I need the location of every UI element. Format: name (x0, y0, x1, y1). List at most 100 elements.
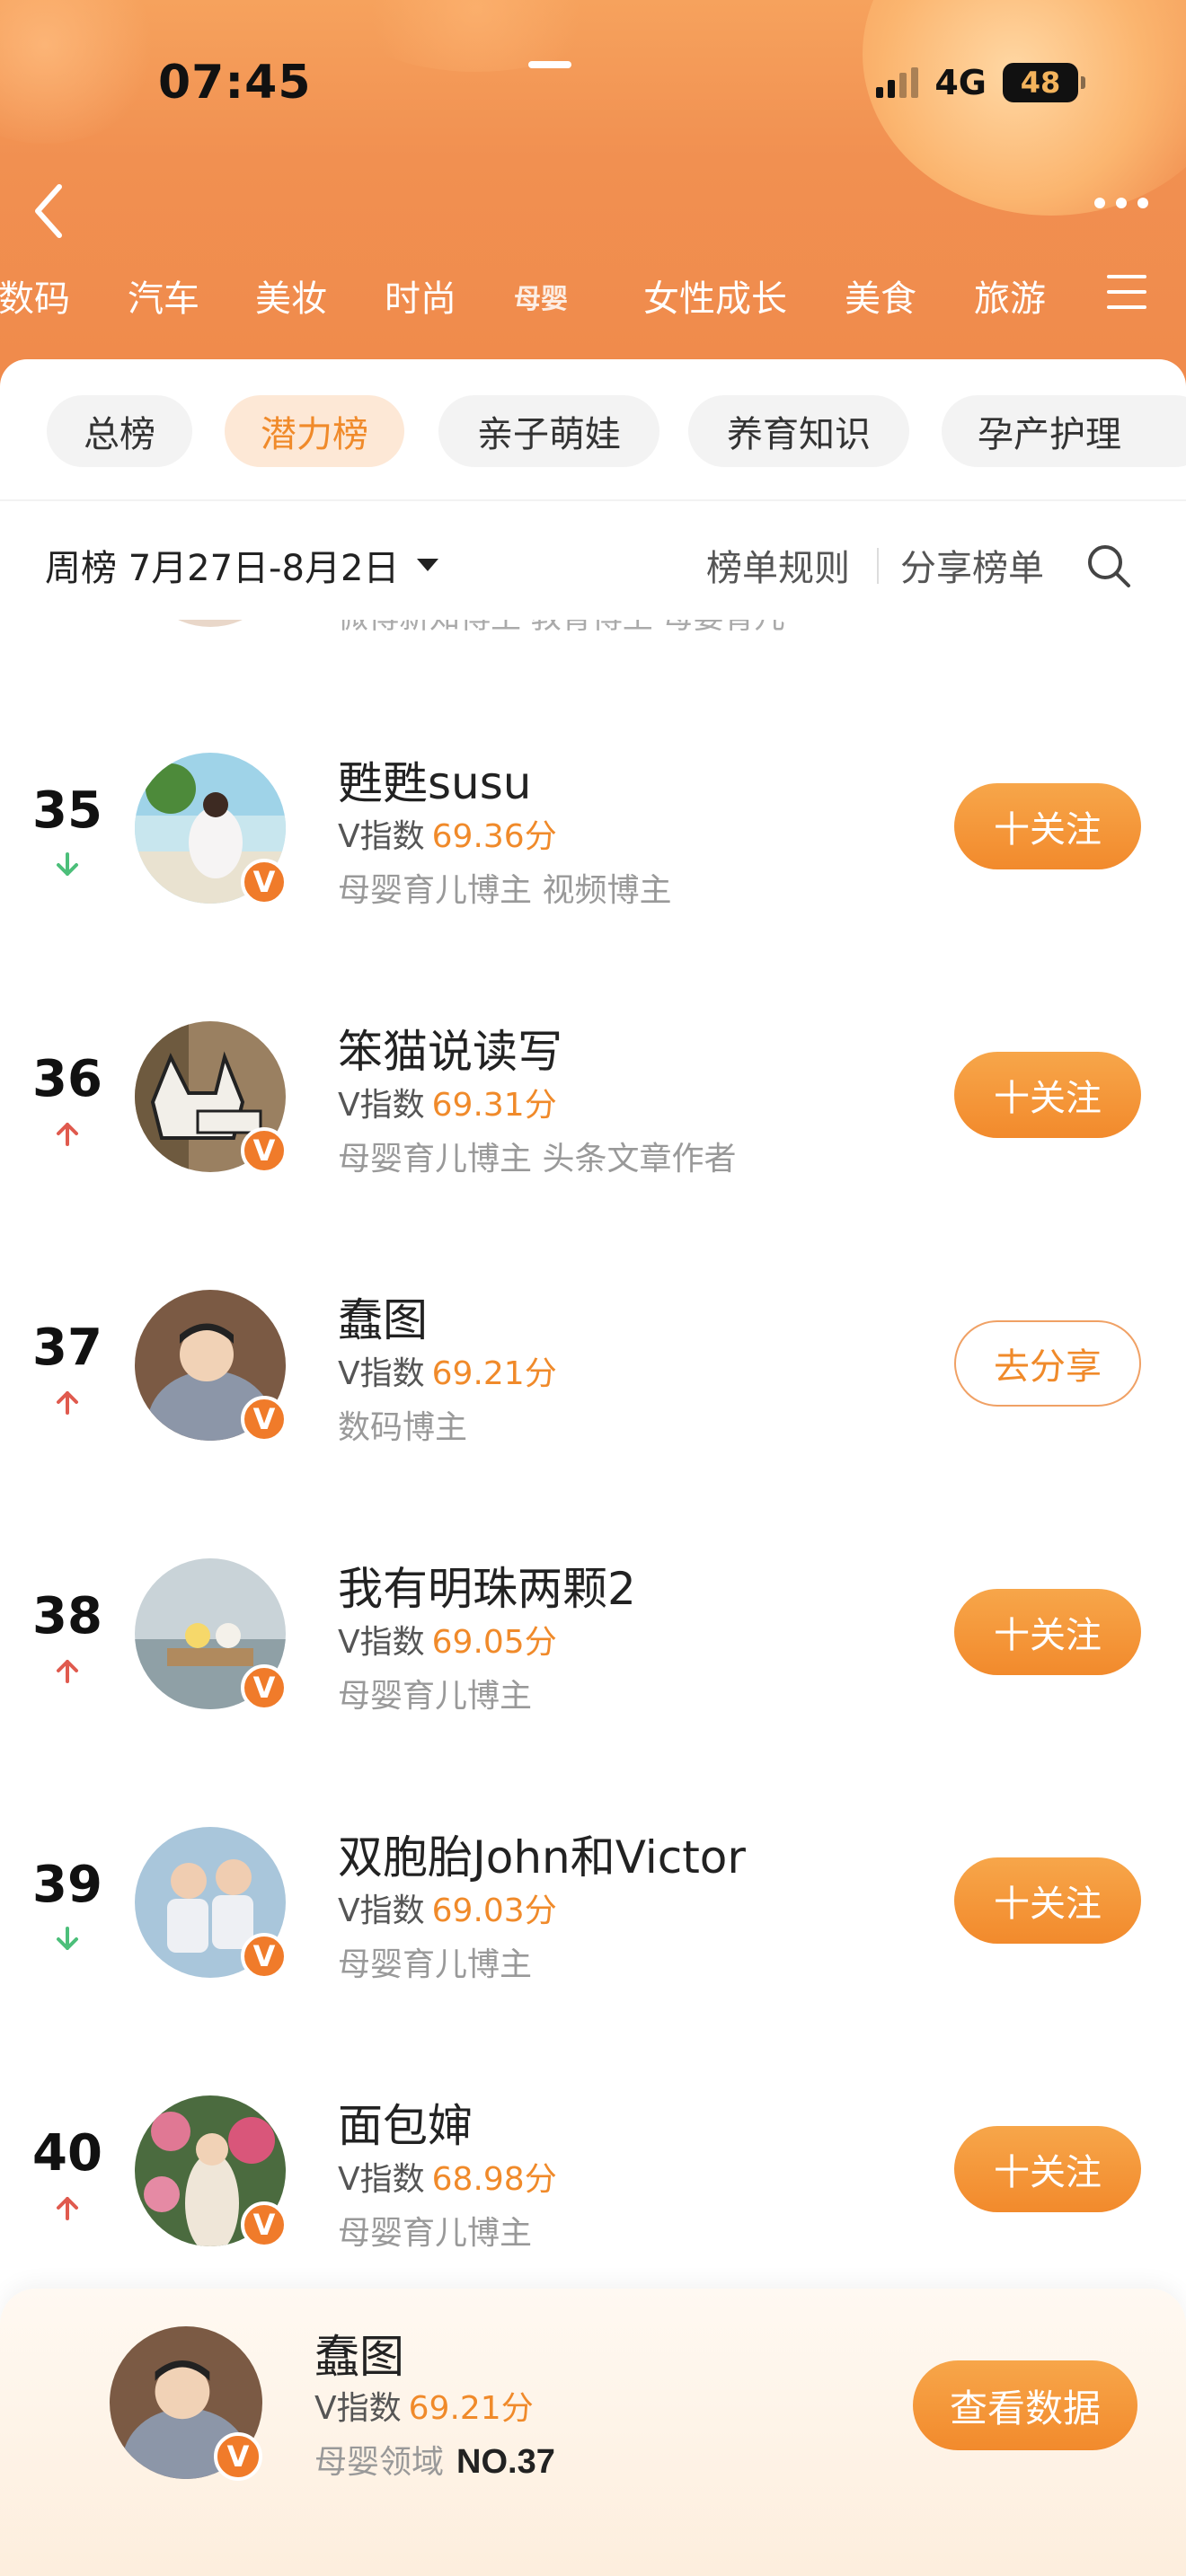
v-index: V指数 68.98分 (338, 2153, 557, 2200)
view-data-button[interactable]: 查看数据 (913, 2360, 1137, 2450)
my-name: 蠢图 (314, 2331, 404, 2383)
status-time: 07:45 (158, 56, 312, 110)
rank-number: 39 (32, 1856, 102, 1914)
trend-down-icon (57, 852, 78, 876)
sub-tab-overall[interactable]: 总榜 (47, 395, 192, 467)
trend-up-icon (57, 1391, 78, 1415)
user-tags: 母婴育儿博主 (338, 1678, 533, 1715)
signal-icon (876, 67, 919, 98)
v-index: V指数 69.31分 (338, 1079, 557, 1125)
list-item[interactable]: 39 V 双胞胎John和Victor V指数 69.03分 母婴育儿博主 十关… (0, 1809, 1186, 2078)
verified-badge-icon: V (241, 1933, 288, 1980)
v-index-score: 68.98分 (431, 2161, 557, 2198)
separator (877, 548, 879, 584)
my-v-index: V指数 69.21分 (314, 2382, 534, 2429)
verified-badge-icon: V (241, 1664, 288, 1711)
user-name[interactable]: 笨猫说读写 (338, 1016, 562, 1081)
ranking-list: 微博新知博主 教育博主 母婴育儿 35 V 甦甦susu (0, 620, 1186, 2576)
v-index-score: 69.21分 (408, 2390, 534, 2427)
rank-number: 40 (32, 2124, 102, 2183)
battery-icon: 48 (1003, 63, 1085, 102)
header-decoration (0, 0, 162, 144)
caret-down-icon (417, 559, 439, 571)
share-list-link[interactable]: 分享榜单 (900, 539, 1044, 591)
v-index-score: 69.21分 (431, 1355, 557, 1392)
rules-link[interactable]: 榜单规则 (706, 539, 850, 591)
more-icon[interactable] (1094, 198, 1148, 208)
verified-badge-icon: V (241, 1396, 288, 1442)
category-tab[interactable]: 美食 (845, 269, 916, 322)
user-name[interactable]: 甦甦susu (338, 747, 531, 812)
list-item-partial: 微博新知博主 教育博主 母婴育儿 (0, 620, 1186, 638)
category-tabs: 数码 汽车 美妆 时尚 母婴 女性成长 美食 旅游 (0, 269, 1186, 341)
category-active-indicator (528, 61, 571, 68)
back-icon[interactable] (27, 180, 72, 243)
sub-tab-parenting[interactable]: 养育知识 (688, 395, 909, 467)
category-tab[interactable]: 旅游 (974, 269, 1046, 322)
rank-number: 37 (32, 1319, 102, 1377)
user-name[interactable]: 我有明珠两颗2 (338, 1553, 636, 1618)
user-name[interactable]: 双胞胎John和Victor (338, 1822, 746, 1886)
verified-badge-icon: V (241, 859, 288, 905)
rank-number: 36 (32, 1050, 102, 1108)
v-index: V指数 69.36分 (338, 810, 557, 857)
list-item[interactable]: 36 V 笨猫说读写 V指数 69.31分 母婴育儿博主 头条文章作者 十关注 (0, 1003, 1186, 1273)
header-decoration (863, 0, 1186, 216)
follow-button[interactable]: 十关注 (954, 2126, 1141, 2212)
sub-tab-potential[interactable]: 潜力榜 (225, 395, 404, 467)
follow-button[interactable]: 十关注 (954, 1589, 1141, 1675)
v-index: V指数 69.21分 (338, 1347, 557, 1394)
sub-tab-pregnancy[interactable]: 孕产护理 (942, 395, 1186, 467)
network-type: 4G (934, 63, 987, 102)
user-name[interactable]: 蠢图 (338, 1284, 428, 1349)
v-index-score: 69.05分 (431, 1624, 557, 1661)
period-row: 周榜 7月27日-8月2日 榜单规则 分享榜单 (0, 539, 1186, 593)
follow-button[interactable]: 十关注 (954, 1052, 1141, 1138)
search-icon[interactable] (1085, 543, 1132, 589)
ranking-sheet: 总榜 潜力榜 亲子萌娃 养育知识 孕产护理 周榜 7月27日-8月2日 榜单规则… (0, 359, 1186, 2576)
category-tab[interactable]: 美妆 (255, 269, 327, 322)
v-index-label: V指数 (338, 818, 425, 855)
domain-label: 母婴领域 (314, 2444, 445, 2481)
v-index-label: V指数 (338, 1892, 425, 1929)
v-index-score: 69.31分 (431, 1087, 557, 1124)
period-selector[interactable]: 周榜 7月27日-8月2日 (45, 539, 439, 591)
follow-button[interactable]: 十关注 (954, 1857, 1141, 1944)
partial-tags: 微博新知博主 教育博主 母婴育儿 (338, 620, 785, 637)
user-tags: 母婴育儿博主 视频博主 (338, 872, 672, 909)
status-indicators: 4G 48 (876, 63, 1085, 102)
user-tags: 数码博主 (338, 1409, 468, 1446)
trend-down-icon (57, 1927, 78, 1950)
trend-up-icon (57, 2197, 78, 2220)
my-domain-rank: 母婴领域 NO.37 (314, 2436, 555, 2483)
v-index: V指数 69.03分 (338, 1884, 557, 1931)
follow-button[interactable]: 十关注 (954, 783, 1141, 869)
rank-number: 35 (32, 781, 102, 840)
trend-up-icon (57, 1123, 78, 1146)
v-index-label: V指数 (338, 1624, 425, 1661)
trend-up-icon (57, 1660, 78, 1683)
period-label: 周榜 7月27日-8月2日 (45, 548, 400, 589)
v-index: V指数 69.05分 (338, 1616, 557, 1663)
share-button[interactable]: 去分享 (954, 1320, 1141, 1407)
verified-badge-icon: V (241, 2201, 288, 2248)
verified-badge-icon: V (214, 2432, 262, 2481)
sub-tab-kids[interactable]: 亲子萌娃 (438, 395, 659, 467)
user-tags: 母婴育儿博主 (338, 2215, 533, 2252)
v-index-score: 69.36分 (431, 818, 557, 855)
user-name[interactable]: 面包婶 (338, 2090, 473, 2155)
list-item[interactable]: 35 V 甦甦susu V指数 69.36分 母婴育儿博主 视频博主 十关注 (0, 735, 1186, 1004)
v-index-label: V指数 (338, 1087, 425, 1124)
menu-icon[interactable] (1107, 275, 1146, 309)
v-index-label: V指数 (338, 2161, 425, 2198)
category-tab[interactable]: 时尚 (385, 269, 456, 322)
list-item[interactable]: 38 V 我有明珠两颗2 V指数 69.05分 母婴育儿博主 十关注 (0, 1540, 1186, 1810)
sub-tabs: 总榜 潜力榜 亲子萌娃 养育知识 孕产护理 (0, 395, 1186, 471)
category-tab[interactable]: 汽车 (128, 269, 199, 322)
category-tab[interactable]: 女性成长 (643, 269, 787, 322)
category-tab-active[interactable]: 母婴 (514, 277, 568, 316)
list-item[interactable]: 37 V 蠢图 V指数 69.21分 数码博主 去分享 (0, 1272, 1186, 1541)
v-index-score: 69.03分 (431, 1892, 557, 1929)
rank-number: 38 (32, 1587, 102, 1645)
category-tab[interactable]: 数码 (0, 269, 70, 322)
